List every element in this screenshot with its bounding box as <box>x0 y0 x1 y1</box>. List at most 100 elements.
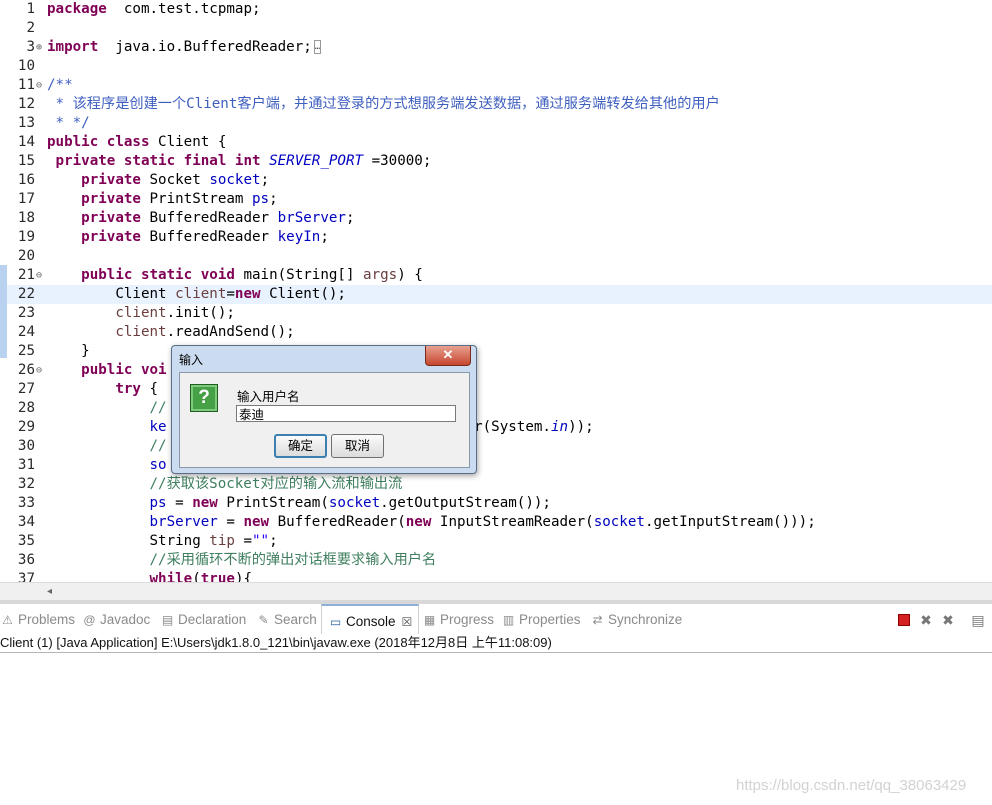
code-line[interactable]: 29 ke StreamReader(System.in)); <box>0 418 992 437</box>
line-number: 12 <box>17 96 35 112</box>
code-line[interactable]: 2 <box>0 19 992 38</box>
ok-button[interactable]: 确定 <box>274 434 327 458</box>
code-token: private <box>81 191 141 207</box>
line-number: 1 <box>26 1 35 17</box>
code-token: InputStreamReader( <box>431 514 594 530</box>
tab-problems[interactable]: ⚠ Problems <box>0 604 75 634</box>
code-line[interactable]: 23 client.init(); <box>0 304 992 323</box>
line-code: public voi <box>47 361 166 380</box>
collapse-fold-icon[interactable]: ⊖ <box>36 361 46 380</box>
code-line[interactable]: 25 } <box>0 342 992 361</box>
input-dialog: 输入 ✕ ? 输入用户名 确定 取消 <box>171 345 477 474</box>
code-line[interactable]: 1 package com.test.tcpmap; <box>0 0 992 19</box>
remove-launch-button[interactable]: ✖ <box>918 612 934 628</box>
code-line[interactable]: 16 private Socket socket; <box>0 171 992 190</box>
line-code: private BufferedReader brServer; <box>47 209 355 228</box>
line-number: 34 <box>17 514 35 530</box>
code-line[interactable]: 22 Client client=new Client(); <box>0 285 992 304</box>
code-line[interactable]: 37 while(true){ <box>0 570 992 582</box>
code-token: = <box>217 514 244 530</box>
folded-imports-marker[interactable]: … <box>313 40 322 54</box>
editor-horizontal-scrollbar[interactable]: ◂ <box>0 582 992 601</box>
code-token: BufferedReader( <box>269 514 406 530</box>
code-line[interactable]: 13 * */ <box>0 114 992 133</box>
collapse-fold-icon[interactable]: ⊖ <box>36 266 46 285</box>
code-line[interactable]: 31 so VER_PORT); <box>0 456 992 475</box>
code-line[interactable]: 32 //获取该Socket对应的输入流和输出流 <box>0 475 992 494</box>
code-line[interactable]: 21 ⊖ public static void main(String[] arg… <box>0 266 992 285</box>
scroll-left-icon[interactable]: ◂ <box>47 583 52 601</box>
line-number: 35 <box>17 533 35 549</box>
code-line[interactable]: 36 //采用循环不断的弹出对话框要求输入用户名 <box>0 551 992 570</box>
code-line[interactable]: 28 // <box>0 399 992 418</box>
collapse-fold-icon[interactable]: ⊖ <box>36 76 46 95</box>
code-line[interactable]: 11 ⊖/** <box>0 76 992 95</box>
code-line[interactable]: 35 String tip =""; <box>0 532 992 551</box>
code-line[interactable]: 14 public class Client { <box>0 133 992 152</box>
line-code: // <box>47 437 167 456</box>
line-number: 30 <box>17 438 35 454</box>
problems-icon: ⚠ <box>2 613 13 627</box>
code-token: public class <box>47 134 150 150</box>
tab-progress[interactable]: ▦ Progress <box>422 604 494 634</box>
code-line[interactable]: 33 ps = new PrintStream(socket.getOutput… <box>0 494 992 513</box>
cancel-button[interactable]: 取消 <box>331 434 384 458</box>
code-token: //获取该Socket对应的输入流和输出流 <box>149 476 403 492</box>
code-line[interactable]: 27 try { <box>0 380 992 399</box>
close-icon: ✕ <box>442 347 454 362</box>
line-code: } <box>47 342 90 361</box>
line-number: 14 <box>17 134 35 150</box>
code-token: Socket <box>140 172 210 188</box>
line-number: 16 <box>17 172 35 188</box>
code-line[interactable]: 19 private BufferedReader keyIn; <box>0 228 992 247</box>
code-token: /** <box>47 77 73 93</box>
tab-search[interactable]: ✎ Search <box>256 604 316 634</box>
line-number: 31 <box>17 457 35 473</box>
code-line[interactable]: 15 private static final int SERVER_PORT … <box>0 152 992 171</box>
terminate-button[interactable] <box>896 612 912 628</box>
code-token: ; <box>345 210 355 226</box>
code-line[interactable]: 12 * 该程序是创建一个Client客户端，并通过登录的方式想服务端发送数据，… <box>0 95 992 114</box>
line-number: 26 <box>17 362 35 378</box>
tab-javadoc[interactable]: @ Javadoc <box>82 604 150 634</box>
line-code: private BufferedReader keyIn; <box>47 228 329 247</box>
remove-all-terminated-button[interactable]: ✖ <box>940 612 956 628</box>
tab-console[interactable]: ▭ Console ☒ <box>321 604 420 634</box>
code-editor[interactable]: 1 package com.test.tcpmap; 2 3 ⊕ import java.… <box>0 0 992 582</box>
pin-console-button[interactable]: ▤ <box>970 612 986 628</box>
code-line[interactable]: 34 brServer = new BufferedReader(new Inp… <box>0 513 992 532</box>
line-code: // <box>47 399 167 418</box>
tab-synchronize[interactable]: ⇄ Synchronize <box>590 604 682 634</box>
code-line[interactable]: 30 // <box>0 437 992 456</box>
expand-fold-icon[interactable]: ⊕ <box>36 38 46 57</box>
line-code: * 该程序是创建一个Client客户端，并通过登录的方式想服务端发送数据，通过服… <box>47 95 720 114</box>
code-token: ; <box>320 229 329 245</box>
line-number: 10 <box>17 58 35 74</box>
javadoc-icon: @ <box>83 613 96 627</box>
code-token: ke <box>149 419 167 435</box>
code-line[interactable]: 17 private PrintStream ps; <box>0 190 992 209</box>
code-line[interactable]: 10 <box>0 57 992 76</box>
pin-icon: ▤ <box>971 612 985 628</box>
code-line[interactable]: 26 ⊖ public voi <box>0 361 992 380</box>
code-line[interactable]: 24 client.readAndSend(); <box>0 323 992 342</box>
username-input[interactable] <box>236 405 456 422</box>
code-line[interactable]: 3 ⊕ import java.io.BufferedReader;… <box>0 38 992 57</box>
dialog-close-button[interactable]: ✕ <box>425 346 471 366</box>
line-number: 17 <box>17 191 35 207</box>
tab-properties[interactable]: ▥ Properties <box>501 604 581 634</box>
code-line[interactable]: 18 private BufferedReader brServer; <box>0 209 992 228</box>
code-line[interactable]: 20 <box>0 247 992 266</box>
tab-declaration[interactable]: ▤ Declaration <box>160 604 246 634</box>
line-number: 2 <box>26 20 35 36</box>
close-tab-icon[interactable]: ☒ <box>402 615 413 629</box>
code-token: new <box>192 495 218 511</box>
